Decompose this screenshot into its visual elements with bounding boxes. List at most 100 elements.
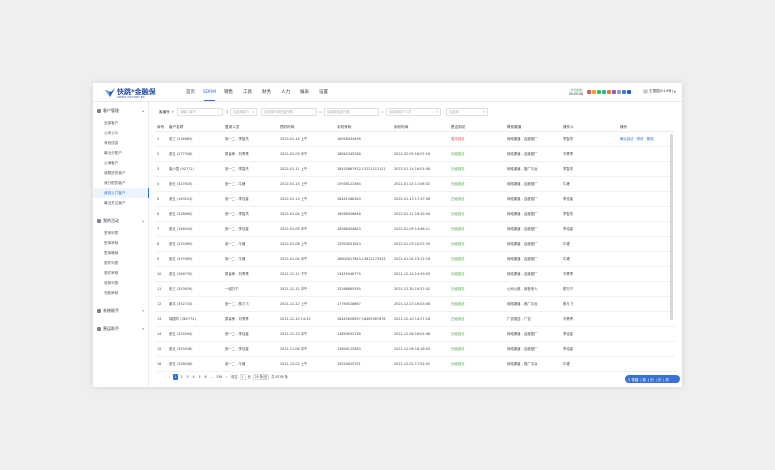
sidebar-group[interactable]: 系统助手 ▾ <box>93 306 149 315</box>
shortcut-item[interactable]: | 改 <box>663 377 669 382</box>
blue-square-icon[interactable] <box>622 90 626 94</box>
table-row[interactable]: 5 张五 (149224) 张一二 - 李佳星 2022-01-13 上午 184415… <box>155 192 675 207</box>
prev-page-button[interactable]: ‹ <box>167 374 172 380</box>
table-row[interactable]: 16 张五 (328046) 张一二 - 牛峰 2021-12-02 上午 155546… <box>155 357 675 372</box>
sidebar-group[interactable]: 客户管理 ▴ <box>93 106 149 115</box>
table-row[interactable]: 1 张三 (234685) 张一二 - 李智杰 2022-01-14 上午 189484… <box>155 132 675 147</box>
column-header[interactable]: 客户名称 <box>169 122 183 132</box>
table-row[interactable]: 14 张五 (325944) 张一二 - 李佳星 2021-12-13 中午 13854… <box>155 327 675 342</box>
sidebar-item[interactable]: 全部客户 <box>93 118 149 128</box>
shortcut-item[interactable]: | 旧 <box>648 377 654 382</box>
table-row[interactable]: 3 康小童 (92771) 张一二 - 李智杰 2022-01-11 上午 184258… <box>155 162 675 177</box>
table-cell: 2021-12-06 16:01:48 <box>394 332 431 336</box>
page-size-select[interactable]: 20 条/页 <box>252 374 270 380</box>
column-header[interactable]: 操作人 <box>563 122 574 132</box>
page-button[interactable]: 3 <box>185 374 190 380</box>
purple-square-icon[interactable] <box>612 90 616 94</box>
table-row[interactable]: 2 张五 (277336) 蔡喜荣 - 刘青青 2022-02-09 中午 186423… <box>155 147 675 162</box>
sidebar-item[interactable]: 最近关注客户 <box>93 198 149 208</box>
time-from-input[interactable]: 请选择时间开始日期 <box>261 108 317 116</box>
page-button[interactable]: 338 <box>215 374 223 380</box>
sidebar-item[interactable]: 签单撤销 <box>93 248 149 258</box>
sidebar-item[interactable]: 我跟进的客户 <box>93 168 149 178</box>
sidebar-item[interactable]: 最近分配户 <box>93 148 149 158</box>
row-actions[interactable]: 确认到访 · 修改 · 删除 <box>620 132 654 147</box>
staff-select[interactable]: 请选择部门人员 ▾ <box>386 108 441 116</box>
table-row[interactable]: 8 张五 (319365) 张一二 - 牛峰 2022-01-06 上午 1395363… <box>155 237 675 252</box>
goto-page-input[interactable]: 1 <box>239 374 246 380</box>
nav-item[interactable]: 首页 <box>181 83 200 102</box>
sidebar-item[interactable]: 公海客户 <box>93 158 149 168</box>
user-menu[interactable]: 王振国(010号) ▾ <box>643 89 676 94</box>
nav-item[interactable]: 财务 <box>257 83 276 102</box>
sidebar-item[interactable]: 收款列表 <box>93 278 149 288</box>
column-header[interactable]: 预约时间 <box>280 122 294 132</box>
sidebar-item[interactable]: 签单列表 <box>93 228 149 238</box>
status-select[interactable]: 请选择 ▾ <box>446 108 488 116</box>
table-row[interactable]: 11 张三 (353639) 一组万宁 2021-12-31 中午 1526868539… <box>155 282 675 297</box>
table-cell: 张五 (328046) <box>169 362 193 366</box>
shortcut-item[interactable]: | 新 <box>640 377 646 382</box>
time-to-input[interactable]: 请选择结束日期 <box>324 108 379 116</box>
page-button[interactable]: 6 <box>203 374 208 380</box>
column-header[interactable]: 手机号码 <box>337 122 351 132</box>
table-row[interactable]: 13 胡国华 (362774) 蔡喜荣 - 刘青青 2021-12-10 14:25 1… <box>155 312 675 327</box>
nav-item[interactable]: 人力 <box>276 83 295 102</box>
green-square-icon[interactable] <box>597 90 601 94</box>
column-header[interactable]: 登录人员 <box>225 122 239 132</box>
next-page-button[interactable]: › <box>224 374 229 380</box>
page-button[interactable]: 5 <box>197 374 202 380</box>
orange-square-icon[interactable] <box>607 90 611 94</box>
page-button[interactable]: ... <box>209 374 214 380</box>
sidebar-group[interactable]: 营运助手 ▾ <box>93 324 149 333</box>
nav-item[interactable]: 设置 <box>314 83 333 102</box>
sidebar-item[interactable]: 我分配的客户 <box>93 178 149 188</box>
teal-square-icon[interactable] <box>602 90 606 94</box>
table-row[interactable]: 9 张五 (319365) 张一二 - 牛峰 2022-01-04 中午 1860261… <box>155 252 675 267</box>
sidebar-item[interactable]: 退件审核 <box>93 268 149 278</box>
shortcut-item[interactable]: ⚲ 快捷 <box>628 377 638 382</box>
table-row[interactable]: 4 张五 (327635) 张一二 - 牛峰 2022-01-15 上午 1593812… <box>155 177 675 192</box>
sidebar-item[interactable]: 我到上门客户 <box>93 188 149 198</box>
grey-square-icon[interactable] <box>617 90 621 94</box>
orange-square-icon[interactable] <box>592 90 596 94</box>
table-cell: 张五 (327635) <box>169 182 193 186</box>
app-logo[interactable]: 快跳*金融保 SDRM VICTORY EX <box>105 87 175 99</box>
nav-item[interactable]: 报表 <box>295 83 314 102</box>
sidebar-item[interactable]: 退件列表 <box>93 258 149 268</box>
page-button[interactable]: 1 <box>173 374 178 380</box>
table-scrollbar[interactable] <box>670 134 673 320</box>
sidebar-group[interactable]: 我的活动 ▴ <box>93 216 149 225</box>
blue-square-icon[interactable] <box>627 90 631 94</box>
column-header[interactable]: 序号 <box>157 122 164 132</box>
sidebar-item[interactable]: 完款审核 <box>93 288 149 298</box>
table-cell: 暂未到访 <box>451 137 465 141</box>
table-row[interactable]: 6 张五 (328460) 张一二 - 李智杰 2022-01-04 上午 185684… <box>155 207 675 222</box>
sidebar-item[interactable]: 签单审核 <box>93 238 149 248</box>
page-button[interactable]: 2 <box>179 374 184 380</box>
sidebar-item[interactable]: 公司公众 <box>93 128 149 138</box>
column-header[interactable]: 到访时间 <box>394 122 408 132</box>
table-cell: 张一二 - 牛峰 <box>225 257 246 261</box>
column-header[interactable]: 联系渠道 <box>507 122 521 132</box>
shortcut-item[interactable]: | 记 <box>656 377 662 382</box>
customer-input[interactable]: 请输入客户 <box>177 108 223 116</box>
page-button[interactable]: 4 <box>191 374 196 380</box>
column-header[interactable]: 是否到访 <box>451 122 465 132</box>
nav-item[interactable]: SDRM <box>200 83 219 102</box>
table-cell: 2021-12-31 中午 <box>280 287 308 291</box>
sidebar-item[interactable]: 有效信息 <box>93 138 149 148</box>
table-row[interactable]: 7 张五 (148044) 张一二 - 李佳星 2022-01-09 中午 185684… <box>155 222 675 237</box>
table-row[interactable]: 10 张五 (346735) 蔡喜荣 - 刘青青 2021-12-11 下午 13455… <box>155 267 675 282</box>
table-cell: 16 <box>157 362 162 366</box>
table-cell: 12 <box>157 302 162 306</box>
table-row[interactable]: 12 谢平 (352733) 张一二 - 蔡凡飞 2021-12-22 上午 17764… <box>155 297 675 312</box>
column-header[interactable]: 操作 <box>620 122 627 132</box>
dept-select[interactable]: 请选择部门 ▾ <box>230 108 257 116</box>
table-row[interactable]: 15 张五 (353436) 张一二 - 李佳星 2021-11-06 中午 13894… <box>155 342 675 357</box>
chevron-down-icon: ▾ <box>436 110 438 114</box>
nav-item[interactable]: 工具 <box>238 83 257 102</box>
red-square-icon[interactable] <box>587 90 591 94</box>
nav-item[interactable]: 销售 <box>219 83 238 102</box>
table-cell: 2021-12-30 10:37:42 <box>394 287 431 291</box>
